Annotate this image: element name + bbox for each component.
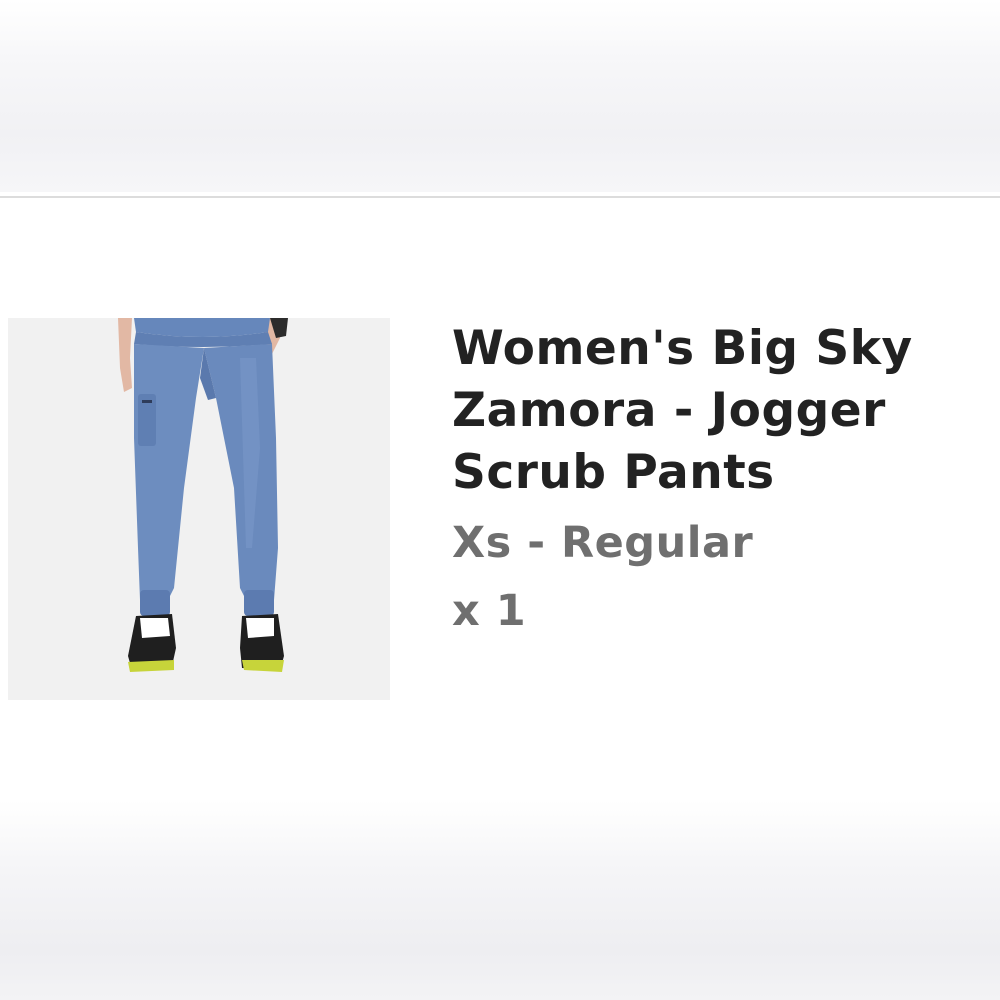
divider [0, 196, 1000, 198]
product-title[interactable]: Women's Big Sky Zamora - Jogger Scrub Pa… [452, 318, 972, 504]
blurred-header-area [0, 0, 1000, 192]
pants-illustration [118, 318, 288, 672]
product-image[interactable] [8, 318, 390, 700]
product-variant: Xs - Regular [452, 518, 754, 568]
blurred-footer-area [0, 800, 1000, 1000]
product-quantity: x 1 [452, 586, 527, 636]
